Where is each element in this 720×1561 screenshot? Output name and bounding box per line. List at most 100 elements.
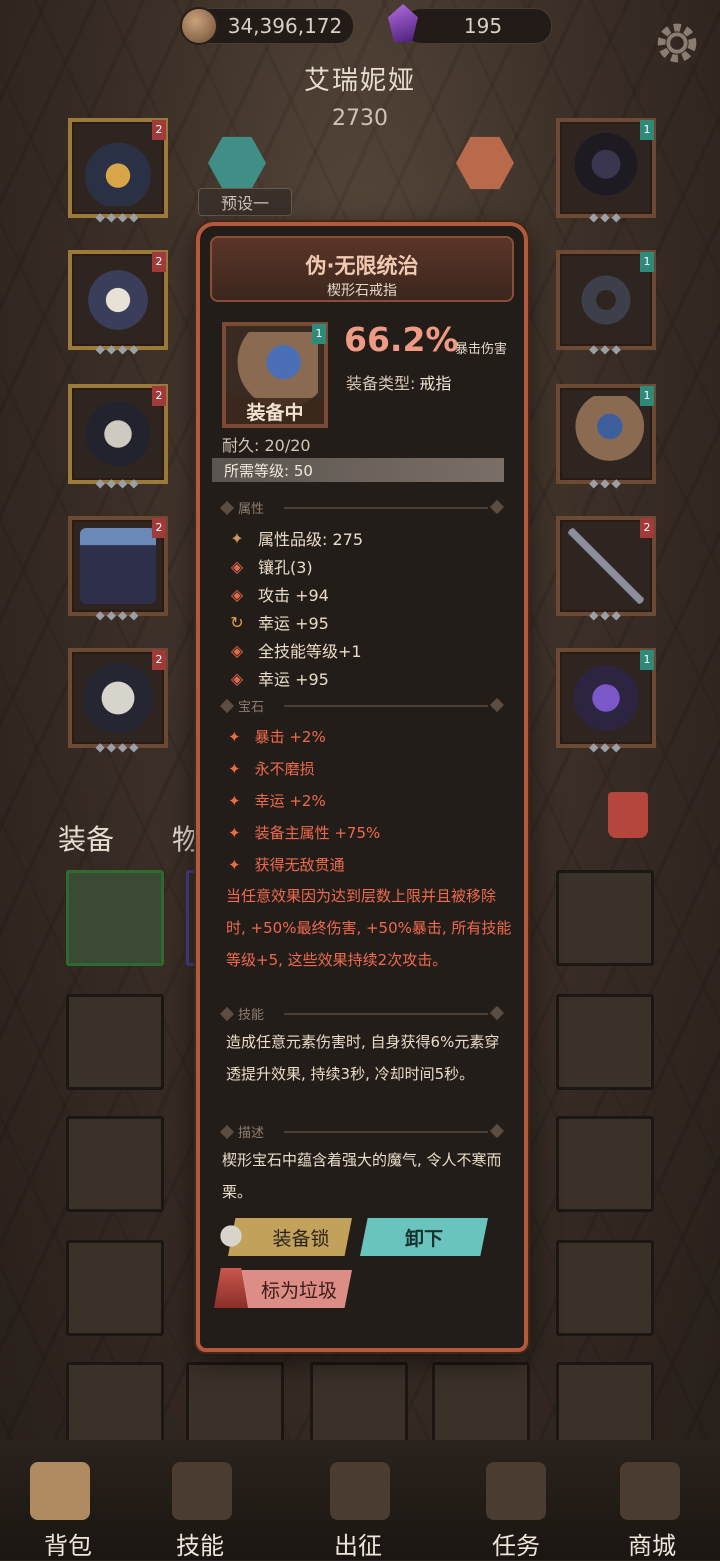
attribute-text: 幸运 +95: [258, 670, 329, 689]
inventory-slot[interactable]: [556, 1240, 654, 1336]
section-gems: 宝石: [219, 696, 505, 716]
gem-line: ✦ 暴击 +2%: [228, 726, 326, 747]
tier-badge: 1: [640, 386, 654, 406]
attribute-text: 攻击 +94: [258, 586, 329, 605]
durability: 耐久: 20/20: [222, 436, 311, 455]
attribute-row: ✦ 属性品级: 275: [228, 526, 363, 550]
gem-line: ✦ 永不磨损: [228, 758, 315, 779]
attribute-row: ◈ 镶孔(3): [228, 554, 313, 578]
attribute-row: ◈ 全技能等级+1: [228, 638, 362, 662]
tier-badge: 2: [152, 120, 166, 140]
section-label: 属性: [238, 502, 265, 517]
attribute-row: ↻ 幸运 +95: [228, 610, 329, 634]
luck-icon: ◈: [230, 668, 244, 688]
trash-icon[interactable]: [608, 792, 648, 838]
gem-text: 幸运 +2%: [254, 792, 326, 810]
description-text: 楔形宝石中蕴含着强大的魔气, 令人不寒而栗。: [222, 1151, 502, 1201]
gem-line: ✦ 获得无敌贯通: [228, 854, 345, 875]
gem-line: ✦ 幸运 +2%: [228, 790, 326, 811]
section-description: 描述: [219, 1122, 505, 1142]
socket-gems: ◆◆◆◆: [95, 210, 141, 224]
hero-name: 艾瑞妮娅: [303, 66, 416, 96]
nav-quests[interactable]: 任务: [492, 1526, 540, 1561]
attribute-row: ◈ 幸运 +95: [228, 666, 329, 690]
equip-type-value: 戒指: [419, 374, 452, 393]
inventory-slot[interactable]: [66, 994, 164, 1090]
ring-2-art: [568, 396, 644, 472]
expedition-sword-icon[interactable]: [330, 1462, 390, 1520]
tier-badge: 1: [640, 650, 654, 670]
helmet-slot[interactable]: 2 ◆◆◆◆: [68, 118, 168, 224]
ring-slot[interactable]: 1 ◆◆◆: [556, 250, 656, 356]
star-icon: ✦: [228, 824, 241, 842]
necklace-art: [80, 262, 156, 338]
gem-text: 获得无敌贯通: [254, 856, 345, 874]
section-label: 技能: [238, 1008, 265, 1023]
boots-slot[interactable]: 2 ◆◆◆◆: [68, 648, 168, 754]
socket-icon: ◈: [230, 556, 244, 576]
tier-badge: 1: [640, 120, 654, 140]
ring-slot-2[interactable]: 1 ◆◆◆: [556, 384, 656, 490]
gold-coin-icon: [180, 7, 218, 45]
inventory-slot-1[interactable]: [66, 870, 164, 966]
button-label: 装备锁: [272, 1227, 330, 1250]
socket-gems: ◆◆◆◆: [95, 740, 141, 754]
chest-art: [80, 396, 156, 472]
luck-icon: ↻: [230, 612, 244, 632]
gem-text: 暴击 +2%: [254, 728, 326, 746]
chest-slot[interactable]: 2 ◆◆◆◆: [68, 384, 168, 490]
attribute-text: 镶孔(3): [258, 558, 313, 577]
star-icon: ✦: [228, 792, 241, 810]
offhand-slot[interactable]: 1 ◆◆◆: [556, 648, 656, 754]
inventory-slot[interactable]: [556, 994, 654, 1090]
tier-badge: 2: [152, 386, 166, 406]
main-stat-value: 66.2%: [344, 320, 459, 359]
nav-bag[interactable]: 背包: [44, 1526, 92, 1561]
socket-gems: ◆◆◆◆: [95, 342, 141, 356]
helmet-art: [80, 130, 156, 206]
quests-scroll-icon[interactable]: [486, 1462, 546, 1520]
socket-gems: ◆◆◆◆: [95, 476, 141, 490]
lock-icon: [214, 1216, 248, 1256]
inventory-slot[interactable]: [556, 1116, 654, 1212]
gem-effect-text: 当任意效果因为达到层数上限并且被移除时, +50%最终伤害, +50%暴击, 所…: [226, 887, 512, 969]
gem-text: 永不磨损: [254, 760, 315, 778]
section-skill: 技能: [219, 1004, 505, 1024]
tab-equipment[interactable]: 装备: [58, 818, 114, 858]
weapon-slot[interactable]: 2 ◆◆◆: [556, 516, 656, 622]
attribute-text: 全技能等级+1: [258, 642, 362, 661]
bag-icon[interactable]: [30, 1462, 90, 1520]
nav-skills[interactable]: 技能: [176, 1526, 224, 1561]
amulet-art: [568, 130, 644, 206]
nav-shop[interactable]: 商城: [628, 1526, 676, 1561]
belt-slot[interactable]: 2 ◆◆◆◆: [68, 516, 168, 622]
star-icon: ✦: [228, 728, 241, 746]
required-level: 所需等级: 50: [212, 458, 504, 482]
skill-icon: ◈: [230, 640, 244, 660]
offhand-art: [568, 660, 644, 736]
socket-gems: ◆◆◆: [589, 608, 623, 622]
shop-crown-icon[interactable]: [620, 1462, 680, 1520]
necklace-slot[interactable]: 2 ◆◆◆◆: [68, 250, 168, 356]
socket-gems: ◆◆◆: [589, 740, 623, 754]
item-name: 伪·无限统治: [305, 254, 419, 278]
equipped-label: 装备中: [226, 398, 324, 424]
preset-selector[interactable]: 预设一: [198, 188, 292, 216]
quality-icon: ✦: [230, 528, 244, 548]
skills-book-icon[interactable]: [172, 1462, 232, 1520]
nav-expedition[interactable]: 出征: [334, 1526, 382, 1561]
boots-art: [80, 660, 156, 736]
tier-badge: 1: [312, 324, 326, 344]
gem-display: 195: [404, 8, 552, 44]
inventory-slot[interactable]: [66, 1116, 164, 1212]
inventory-slot[interactable]: [66, 1240, 164, 1336]
ring-art: [568, 262, 644, 338]
section-label: 描述: [238, 1126, 265, 1141]
item-type-name: 楔形石戒指: [327, 283, 397, 299]
attribute-row: ◈ 攻击 +94: [228, 582, 329, 606]
socket-gems: ◆◆◆: [589, 476, 623, 490]
unequip-button[interactable]: 卸下: [360, 1218, 488, 1256]
amulet-slot[interactable]: 1 ◆◆◆: [556, 118, 656, 224]
gem-line: ✦ 装备主属性 +75%: [228, 822, 380, 843]
inventory-slot[interactable]: [556, 870, 654, 966]
